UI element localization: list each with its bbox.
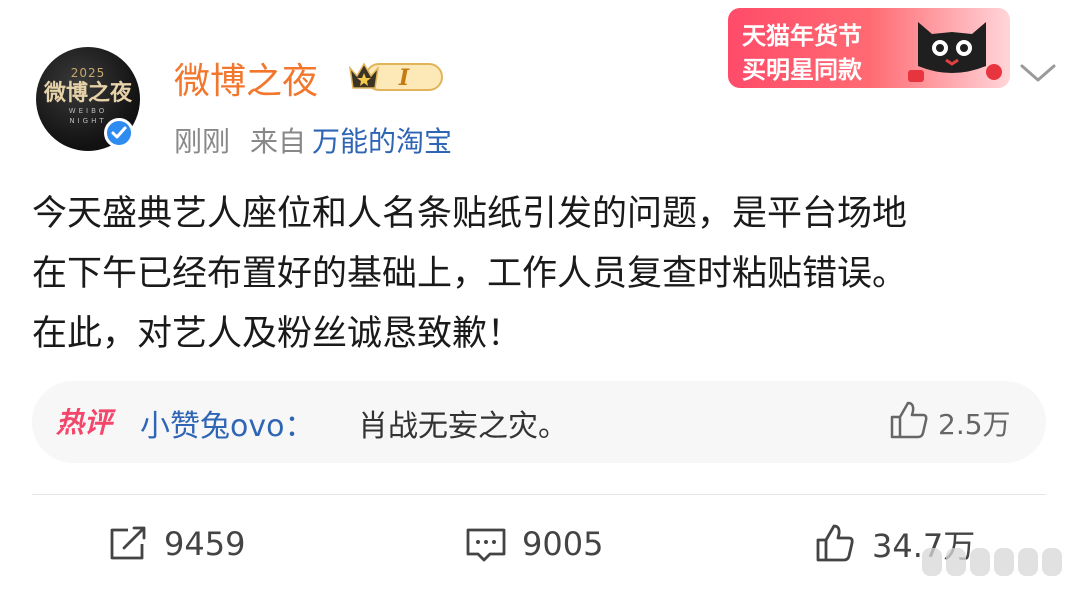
hot-comment-text: 肖战无妄之灾。: [358, 409, 568, 444]
hot-comment-like-count: 2.5万: [938, 408, 1011, 441]
source-prefix: 来自: [250, 125, 307, 158]
hot-comment[interactable]: 热评 小赞兔ovo： 肖战无妄之灾。 2.5万: [32, 381, 1046, 463]
comment-button[interactable]: 9005: [464, 524, 603, 564]
verified-icon: [104, 118, 134, 148]
watermark: [922, 548, 1062, 576]
thumbs-up-icon: [816, 524, 854, 562]
comment-icon: [466, 528, 506, 562]
tmall-cat-icon: [908, 22, 1002, 82]
ad-line2: 买明星同款: [742, 56, 862, 84]
ad-banner[interactable]: 天猫年货节 买明星同款: [728, 8, 1010, 88]
hot-comment-user[interactable]: 小赞兔ovo：: [140, 401, 314, 445]
hot-comment-username[interactable]: 小赞兔ovo: [140, 409, 284, 444]
thumbs-up-icon[interactable]: [888, 399, 930, 445]
chevron-down-icon[interactable]: [1016, 58, 1060, 88]
username[interactable]: 微博之夜: [174, 52, 318, 104]
ad-line1: 天猫年货节: [742, 22, 862, 50]
content-line: 在下午已经布置好的基础上，工作人员复查时粘贴错误。: [32, 254, 908, 294]
repost-icon: [110, 526, 146, 560]
hot-comment-badge: 热评: [56, 406, 113, 439]
vip-badge[interactable]: I: [346, 58, 446, 94]
comment-count: 9005: [522, 525, 604, 563]
post-time: 刚刚: [174, 125, 231, 158]
post-meta: 刚刚 来自 万能的淘宝: [174, 120, 452, 160]
repost-count: 9459: [164, 525, 246, 563]
source-link[interactable]: 万能的淘宝: [312, 125, 452, 158]
avatar-year: 2025: [70, 66, 106, 80]
content-line: 今天盛典艺人座位和人名条贴纸引发的问题，是平台场地: [32, 194, 908, 234]
content-line: 在此，对艺人及粉丝诚恳致歉！: [32, 314, 523, 354]
avatar-title: 微博之夜: [43, 80, 132, 106]
repost-button[interactable]: 9459: [106, 524, 245, 564]
hot-comment-separator: ：: [284, 409, 315, 444]
post-content: 今天盛典艺人座位和人名条贴纸引发的问题，是平台场地 在下午已经布置好的基础上，工…: [32, 184, 1062, 364]
divider: [32, 494, 1046, 495]
vip-level: I: [398, 65, 410, 91]
